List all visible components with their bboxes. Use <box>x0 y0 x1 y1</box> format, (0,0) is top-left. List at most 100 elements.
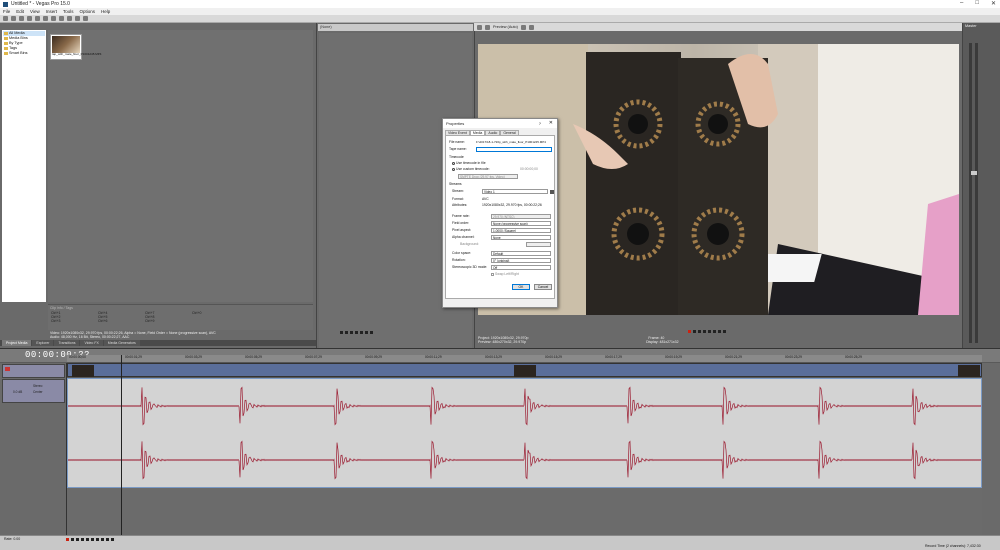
dialog-close-icon[interactable]: ✕ <box>549 119 553 128</box>
tl-play-icon[interactable] <box>81 538 84 541</box>
swap-left-right-checkbox[interactable]: Swap Left/Right <box>491 272 519 277</box>
pixel-aspect-label: Pixel aspect: <box>452 228 472 232</box>
play-from-start-icon[interactable] <box>698 330 701 333</box>
tag-slot[interactable]: Ctrl+6 <box>98 319 143 323</box>
streams-group-label: Streams <box>449 182 462 186</box>
tag-slot[interactable]: Ctrl+9 <box>145 319 190 323</box>
open-icon[interactable] <box>11 16 16 21</box>
tl-record-icon[interactable] <box>66 538 69 541</box>
playhead-cursor[interactable] <box>121 355 122 535</box>
tl-end-icon[interactable] <box>101 538 104 541</box>
tl-start-icon[interactable] <box>96 538 99 541</box>
undo-icon[interactable] <box>67 16 72 21</box>
ruler-mark: 00:00:17;29 <box>605 355 622 359</box>
timeline-vertical-scrollbar[interactable] <box>982 363 1000 535</box>
media-thumbnail[interactable]: tap_with_mate_floor_P1001245.MP4 <box>50 34 101 60</box>
video-track-lane[interactable] <box>67 363 982 377</box>
pause-icon[interactable] <box>708 330 711 333</box>
menu-edit[interactable]: Edit <box>16 9 24 14</box>
tab-explorer[interactable]: Explorer <box>32 340 54 346</box>
background-dropdown[interactable] <box>526 242 551 247</box>
preview-info: Project: 1920x1080x32, 29.970p Frame: 40… <box>478 336 962 348</box>
cut-icon[interactable] <box>43 16 48 21</box>
master-fader-thumb[interactable] <box>971 171 977 175</box>
cancel-button[interactable]: Cancel <box>534 284 552 290</box>
trimmer-add-icon[interactable] <box>370 330 373 334</box>
audio-track-lane[interactable] <box>67 378 982 488</box>
pixel-aspect-dropdown[interactable]: 1.0000 (Square) <box>491 228 551 233</box>
tl-pause-icon[interactable] <box>86 538 89 541</box>
maximize-icon[interactable]: □ <box>975 0 979 7</box>
ok-button[interactable]: OK <box>512 284 530 290</box>
paste-icon[interactable] <box>59 16 64 21</box>
tl-stop-icon[interactable] <box>91 538 94 541</box>
prev-frame-icon[interactable] <box>718 330 721 333</box>
menu-file[interactable]: File <box>3 9 10 14</box>
menu-options[interactable]: Options <box>80 9 96 14</box>
trimmer-in-icon[interactable] <box>360 330 363 334</box>
preview-toolbar: Preview (Auto) <box>474 23 962 31</box>
alpha-channel-dropdown[interactable]: None <box>491 235 551 240</box>
tag-slot[interactable] <box>192 315 237 319</box>
close-window-icon[interactable]: ✕ <box>991 0 996 7</box>
tag-slot[interactable]: Ctrl+3 <box>51 319 96 323</box>
timecode-format-dropdown[interactable]: SMPTE Drop (29.97 fps, Video) <box>458 174 518 179</box>
tl-next-frame-icon[interactable] <box>111 538 114 541</box>
rotation-dropdown[interactable]: 0° (original) <box>491 258 551 263</box>
tl-play-start-icon[interactable] <box>76 538 79 541</box>
preview-quality-dropdown[interactable]: Preview (Auto) <box>493 25 518 29</box>
video-track-header[interactable] <box>2 364 65 378</box>
stream-dropdown[interactable]: Video 1 <box>482 189 548 194</box>
trimmer-out-icon[interactable] <box>365 330 368 334</box>
copy-icon[interactable] <box>51 16 56 21</box>
split-screen-icon[interactable] <box>485 24 490 30</box>
trimmer-stop-icon[interactable] <box>350 330 353 334</box>
audio-track-header[interactable]: 0.0 dB Center Stereo <box>2 379 65 403</box>
redo-icon[interactable] <box>75 16 80 21</box>
properties-icon[interactable] <box>35 16 40 21</box>
use-file-timecode-radio[interactable]: Use timecode in file <box>452 161 486 166</box>
minimize-icon[interactable]: – <box>960 0 963 7</box>
new-project-icon[interactable] <box>3 16 8 21</box>
help-icon[interactable] <box>83 16 88 21</box>
stop-icon[interactable] <box>713 330 716 333</box>
play-icon[interactable] <box>703 330 706 333</box>
stream-properties-icon[interactable] <box>550 190 554 194</box>
trimmer-loop-icon[interactable] <box>355 330 358 334</box>
stereoscopic-dropdown[interactable]: Off <box>491 265 551 270</box>
tl-loop-icon[interactable] <box>71 538 74 541</box>
tab-project-media[interactable]: Project Media <box>2 340 32 346</box>
loop-icon[interactable] <box>693 330 696 333</box>
waveform-channel <box>67 386 982 426</box>
save-icon[interactable] <box>19 16 24 21</box>
use-custom-timecode-radio[interactable]: Use custom timecode: <box>452 167 490 172</box>
record-icon[interactable] <box>688 330 691 333</box>
tab-video-fx[interactable]: Video FX <box>80 340 103 346</box>
render-icon[interactable] <box>27 16 32 21</box>
tree-item-smart-bins[interactable]: Smart Bins <box>3 51 45 56</box>
ruler-mark: 00:00:19;29 <box>665 355 682 359</box>
menu-help[interactable]: Help <box>101 9 110 14</box>
dialog-help-icon[interactable]: ? <box>539 119 541 128</box>
tl-prev-frame-icon[interactable] <box>106 538 109 541</box>
trimmer-play-icon[interactable] <box>340 330 343 334</box>
tab-transitions[interactable]: Transitions <box>54 340 80 346</box>
attributes-label: Attributes: <box>452 203 468 207</box>
field-order-dropdown[interactable]: None (progressive scan) <box>491 221 551 226</box>
trimmer-pause-icon[interactable] <box>345 330 348 334</box>
overlays-icon[interactable] <box>520 24 526 30</box>
tab-media-generators[interactable]: Media Generators <box>103 340 140 346</box>
color-space-dropdown[interactable]: Default <box>491 251 551 256</box>
snapshot-icon[interactable] <box>528 24 534 30</box>
menu-view[interactable]: View <box>30 9 40 14</box>
custom-timecode-value[interactable]: 00:00:00;00 <box>520 167 538 172</box>
dialog-title: Properties <box>446 121 465 126</box>
next-frame-icon[interactable] <box>723 330 726 333</box>
trimmer-header[interactable]: (None) <box>318 24 473 31</box>
menu-insert[interactable]: Insert <box>46 9 57 14</box>
time-ruler[interactable]: 00:00:00;00 00:00:01;29 00:00:03;29 00:0… <box>67 355 982 363</box>
frame-rate-dropdown[interactable]: 29.970 (NTSC) <box>491 214 551 219</box>
preview-props-icon[interactable] <box>477 24 482 30</box>
tape-name-input[interactable] <box>476 147 552 152</box>
menu-tools[interactable]: Tools <box>63 9 74 14</box>
